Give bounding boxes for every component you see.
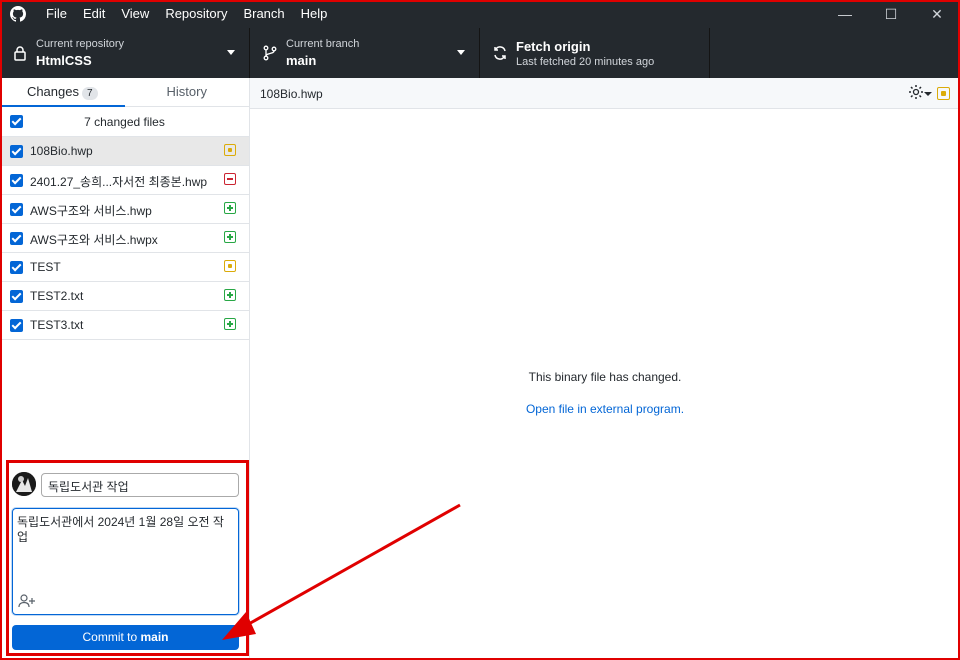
file-row[interactable]: TEST2.txt bbox=[0, 282, 249, 311]
file-row[interactable]: AWS구조와 서비스.hwp bbox=[0, 195, 249, 224]
binary-file-message: This binary file has changed. bbox=[528, 370, 682, 384]
sidebar-tabs: Changes 7 History bbox=[0, 78, 249, 107]
added-status-icon bbox=[224, 318, 236, 330]
add-coauthor-icon[interactable] bbox=[18, 594, 36, 608]
commit-button[interactable]: Commit to main bbox=[12, 625, 239, 650]
commit-panel: 독립도서관 작업 독립도서관에서 2024년 1월 28일 오전 작업 Comm… bbox=[6, 460, 249, 656]
menu-branch[interactable]: Branch bbox=[235, 0, 292, 28]
minimize-button[interactable]: — bbox=[822, 0, 868, 28]
lock-icon bbox=[14, 46, 26, 61]
open-external-link[interactable]: Open file in external program. bbox=[250, 402, 960, 416]
fetch-title: Fetch origin bbox=[516, 39, 591, 54]
chevron-down-icon bbox=[227, 50, 235, 55]
window-controls: — ☐ ✕ bbox=[822, 0, 960, 28]
diff-panel: 108Bio.hwp This binary file has changed.… bbox=[250, 78, 960, 660]
branch-icon bbox=[263, 45, 277, 61]
tab-changes-label: Changes bbox=[26, 84, 79, 99]
file-name: 2401.27_송희...자서전 최종본.hwp bbox=[30, 175, 208, 189]
chevron-down-icon[interactable] bbox=[924, 92, 932, 96]
fetch-subtitle: Last fetched 20 minutes ago bbox=[516, 56, 655, 68]
commit-description-input[interactable]: 독립도서관에서 2024년 1월 28일 오전 작업 bbox=[12, 508, 239, 615]
gear-icon[interactable] bbox=[908, 84, 924, 100]
branch-label: Current branch bbox=[286, 38, 360, 50]
commit-button-prefix: Commit to bbox=[82, 630, 141, 644]
file-name: TEST3.txt bbox=[30, 318, 84, 332]
menu-help[interactable]: Help bbox=[293, 0, 336, 28]
repo-label: Current repository bbox=[36, 38, 125, 50]
maximize-button[interactable]: ☐ bbox=[868, 0, 914, 28]
file-checkbox[interactable] bbox=[10, 174, 23, 187]
file-name: AWS구조와 서비스.hwpx bbox=[30, 233, 158, 247]
avatar-image-icon bbox=[12, 472, 36, 496]
diff-header: 108Bio.hwp bbox=[250, 78, 960, 109]
menu-edit[interactable]: Edit bbox=[75, 0, 113, 28]
file-row[interactable]: 108Bio.hwp bbox=[0, 137, 249, 166]
commit-description-text: 독립도서관에서 2024년 1월 28일 오전 작업 bbox=[17, 515, 224, 544]
deleted-status-icon bbox=[224, 173, 236, 185]
tab-changes[interactable]: Changes 7 bbox=[0, 78, 125, 107]
file-row[interactable]: TEST3.txt bbox=[0, 311, 249, 340]
file-row[interactable]: TEST bbox=[0, 253, 249, 282]
close-button[interactable]: ✕ bbox=[914, 0, 960, 28]
file-name: TEST bbox=[30, 260, 61, 274]
changed-files-count: 7 changed files bbox=[84, 115, 165, 129]
file-row[interactable]: AWS구조와 서비스.hwpx bbox=[0, 224, 249, 253]
file-checkbox[interactable] bbox=[10, 261, 23, 274]
file-path: 108Bio.hwp bbox=[260, 87, 323, 101]
repo-name: HtmlCSS bbox=[36, 53, 92, 68]
sync-icon bbox=[494, 46, 506, 60]
file-checkbox[interactable] bbox=[10, 145, 23, 158]
file-name: 108Bio.hwp bbox=[30, 144, 93, 158]
menu-view[interactable]: View bbox=[113, 0, 157, 28]
chevron-down-icon bbox=[457, 50, 465, 55]
file-name: TEST2.txt bbox=[30, 289, 84, 303]
file-checkbox[interactable] bbox=[10, 203, 23, 216]
branch-name: main bbox=[286, 53, 317, 68]
added-status-icon bbox=[224, 231, 236, 243]
modified-status-icon bbox=[937, 87, 950, 100]
commit-button-branch: main bbox=[140, 630, 169, 644]
avatar bbox=[12, 472, 36, 496]
added-status-icon bbox=[224, 202, 236, 214]
tab-history[interactable]: History bbox=[125, 78, 250, 106]
changed-files-header: 7 changed files bbox=[0, 107, 249, 137]
modified-status-icon bbox=[224, 260, 236, 272]
file-name: AWS구조와 서비스.hwp bbox=[30, 204, 152, 218]
menu-bar: File Edit View Repository Branch Help bbox=[38, 0, 335, 28]
changes-count-badge: 7 bbox=[81, 87, 98, 100]
current-branch-button[interactable]: Current branch main bbox=[250, 28, 480, 78]
file-checkbox[interactable] bbox=[10, 232, 23, 245]
file-checkbox[interactable] bbox=[10, 290, 23, 303]
toolbar: Current repository HtmlCSS Current branc… bbox=[0, 28, 960, 78]
title-bar: File Edit View Repository Branch Help — … bbox=[0, 0, 960, 28]
commit-summary-input[interactable]: 독립도서관 작업 bbox=[41, 473, 239, 497]
current-repository-button[interactable]: Current repository HtmlCSS bbox=[0, 28, 250, 78]
file-checkbox[interactable] bbox=[10, 319, 23, 332]
file-row[interactable]: 2401.27_송희...자서전 최종본.hwp bbox=[0, 166, 249, 195]
added-status-icon bbox=[224, 289, 236, 301]
menu-file[interactable]: File bbox=[38, 0, 75, 28]
fetch-origin-button[interactable]: Fetch origin Last fetched 20 minutes ago bbox=[480, 28, 710, 78]
github-logo-icon bbox=[10, 6, 26, 22]
modified-status-icon bbox=[224, 144, 236, 156]
menu-repository[interactable]: Repository bbox=[157, 0, 235, 28]
